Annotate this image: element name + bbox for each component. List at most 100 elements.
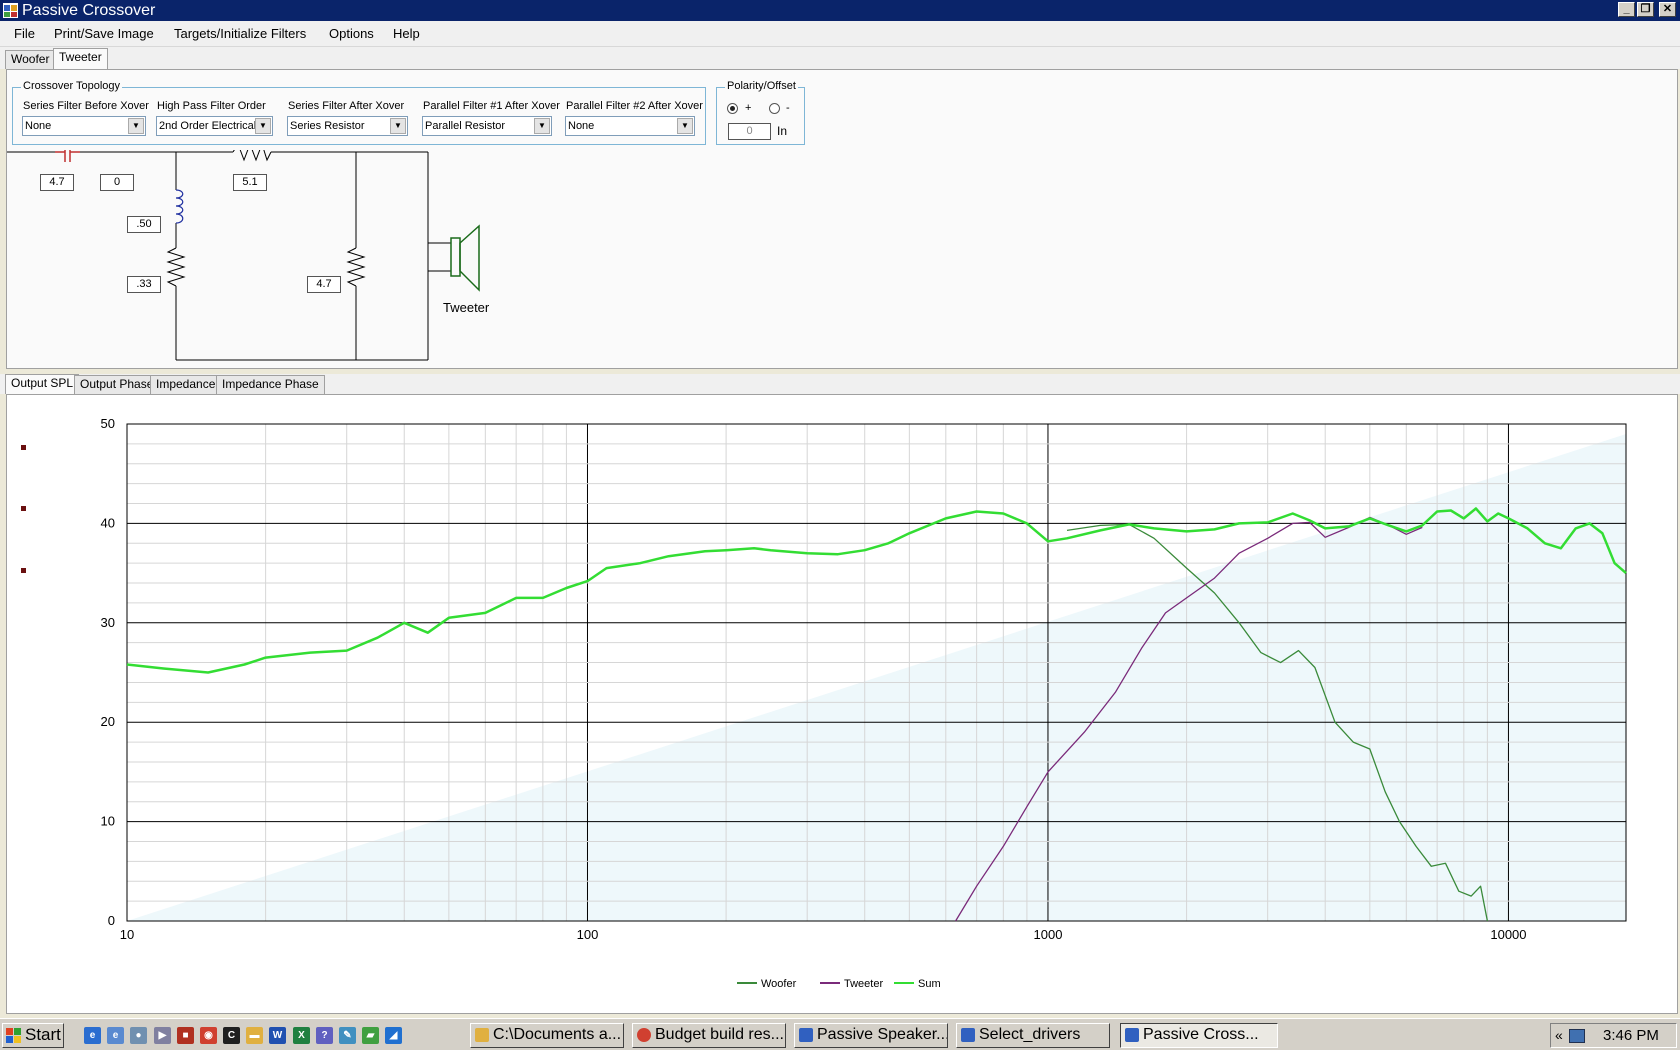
legend-label-woofer: Woofer	[761, 978, 797, 990]
menu-print-save-image[interactable]: Print/Save Image	[54, 26, 154, 41]
tab-tweeter[interactable]: Tweeter	[53, 48, 108, 69]
tab-woofer[interactable]: Woofer	[5, 50, 56, 69]
plot-shade	[127, 434, 1626, 921]
parallel-1-value: Parallel Resistor	[425, 120, 506, 132]
y-tick-label: 20	[101, 714, 115, 729]
speaker-icon	[450, 224, 480, 292]
parallel-1-select[interactable]: Parallel Resistor ▼	[422, 116, 552, 136]
console-icon[interactable]: C	[223, 1027, 240, 1044]
media-icon[interactable]: ●	[130, 1027, 147, 1044]
legend-label-sum: Sum	[918, 978, 941, 990]
chevron-down-icon: ▼	[255, 118, 271, 134]
y-tick-label: 30	[101, 615, 115, 630]
task-documents[interactable]: C:\Documents a...	[470, 1023, 624, 1048]
minimize-icon: _	[1623, 3, 1630, 15]
inductor-icon	[175, 189, 184, 224]
window-title: Passive Crossover	[22, 2, 156, 19]
tab-impedance[interactable]: Impedance	[150, 375, 222, 394]
high-pass-order-select[interactable]: 2nd Order Electrical ▼	[156, 116, 273, 136]
tray-expand-button[interactable]: «	[1555, 1027, 1563, 1043]
folder-icon[interactable]: ▬	[246, 1027, 263, 1044]
crossover-topology-group: Crossover Topology Series Filter Before …	[12, 80, 706, 145]
series-after-select[interactable]: Series Resistor ▼	[287, 116, 408, 136]
system-tray: « 3:46 PM	[1550, 1023, 1677, 1048]
close-button[interactable]: ✕	[1659, 2, 1676, 17]
taskbar: Start e e ● ▶ ■ ◉ C ▬ W X ? ✎ ▰ ◢ C:\Doc…	[0, 1018, 1680, 1050]
series-after-label: Series Filter After Xover	[288, 100, 405, 112]
player-icon[interactable]: ▶	[154, 1027, 171, 1044]
task-documents-label: C:\Documents a...	[493, 1026, 622, 1043]
app-green-icon[interactable]: ▰	[362, 1027, 379, 1044]
side-marker	[21, 506, 26, 511]
x-tick-label: 10	[120, 927, 134, 942]
app-blue-icon[interactable]: ◢	[385, 1027, 402, 1044]
parallel-2-value: None	[568, 120, 595, 132]
task-budget-build-label: Budget build res...	[655, 1026, 784, 1043]
spl-graph-panel: 0 10 20 30 40 50 10 100 1000 10000 Woofer Tweeter Su…	[6, 394, 1678, 1014]
start-button[interactable]: Start	[2, 1023, 64, 1048]
series-resistor-value-box[interactable]: 5.1	[233, 174, 267, 191]
internet-explorer-icon[interactable]: e	[84, 1027, 101, 1044]
cap-aux-value-box[interactable]: 0	[100, 174, 134, 191]
app-red-icon[interactable]: ■	[177, 1027, 194, 1044]
menu-bar: File Print/Save Image Targets/Initialize…	[0, 21, 1680, 47]
inductor-value-box[interactable]: .50	[127, 216, 161, 233]
spl-chart: 0 10 20 30 40 50 10 100 1000 10000 Woofer Tweeter Su…	[21, 416, 1627, 990]
parallel-2-label: Parallel Filter #2 After Xover	[566, 100, 703, 112]
task-select-drivers[interactable]: Select_drivers	[956, 1023, 1110, 1048]
tab-impedance-phase[interactable]: Impedance Phase	[216, 375, 325, 394]
resistor-icon	[346, 247, 366, 287]
y-tick-label: 0	[108, 913, 115, 928]
excel-icon[interactable]: X	[293, 1027, 310, 1044]
crossover-app-icon	[3, 3, 18, 18]
menu-help[interactable]: Help	[393, 26, 420, 41]
offset-unit: In	[777, 124, 788, 138]
inductor-resistor-value-box[interactable]: .33	[127, 276, 161, 293]
chevron-down-icon: ▼	[128, 118, 144, 134]
parallel-resistor-value-box[interactable]: 4.7	[307, 276, 341, 293]
y-tick-label: 50	[101, 416, 115, 431]
task-passive-crossover[interactable]: Passive Cross...	[1120, 1023, 1278, 1048]
cap-value-box[interactable]: 4.7	[40, 174, 74, 191]
clock[interactable]: 3:46 PM	[1603, 1027, 1659, 1044]
task-passive-speaker[interactable]: Passive Speaker...	[794, 1023, 948, 1048]
minimize-button[interactable]: _	[1618, 2, 1635, 17]
task-passive-crossover-label: Passive Cross...	[1143, 1026, 1259, 1043]
word-icon[interactable]: W	[269, 1027, 286, 1044]
menu-file[interactable]: File	[14, 26, 35, 41]
folder-icon	[475, 1028, 489, 1042]
driver-label: Tweeter	[443, 300, 490, 315]
menu-options[interactable]: Options	[329, 26, 374, 41]
windows-logo-icon	[6, 1028, 21, 1043]
menu-targets-initialize-filters[interactable]: Targets/Initialize Filters	[174, 26, 306, 41]
tab-output-spl[interactable]: Output SPL	[5, 374, 80, 394]
task-select-drivers-label: Select_drivers	[979, 1026, 1081, 1043]
graph-tabstrip: Output SPL Output Phase Impedance Impeda…	[0, 374, 1680, 394]
x-tick-label: 1000	[1034, 927, 1063, 942]
task-budget-build[interactable]: Budget build res...	[632, 1023, 786, 1048]
window-titlebar: Passive Crossover _ ❐ ✕	[0, 0, 1680, 21]
maximize-button[interactable]: ❐	[1637, 2, 1654, 17]
polarity-plus-radio[interactable]	[727, 103, 738, 114]
chrome-icon[interactable]: ◉	[200, 1027, 217, 1044]
legend-label-tweeter: Tweeter	[844, 978, 883, 990]
driver-tabstrip: Woofer Tweeter	[0, 47, 1680, 69]
help-icon[interactable]: ?	[316, 1027, 333, 1044]
chevron-down-icon: ▼	[390, 118, 406, 134]
tweeter-panel: Crossover Topology Series Filter Before …	[6, 69, 1678, 369]
parallel-2-select[interactable]: None ▼	[565, 116, 695, 136]
polarity-minus-radio[interactable]	[769, 103, 780, 114]
network-icon[interactable]	[1569, 1029, 1585, 1043]
crossover-app-icon	[1125, 1028, 1139, 1042]
x-tick-label: 10000	[1490, 927, 1526, 942]
notepad-icon[interactable]: ✎	[339, 1027, 356, 1044]
series-after-value: Series Resistor	[290, 120, 365, 132]
browser-icon[interactable]: e	[107, 1027, 124, 1044]
resistor-icon	[166, 247, 186, 287]
series-before-value: None	[25, 120, 52, 132]
y-tick-label: 40	[101, 515, 115, 530]
chevron-down-icon: ▼	[677, 118, 693, 134]
offset-input[interactable]: 0	[728, 123, 771, 140]
series-before-select[interactable]: None ▼	[22, 116, 146, 136]
tab-output-phase[interactable]: Output Phase	[74, 375, 160, 394]
